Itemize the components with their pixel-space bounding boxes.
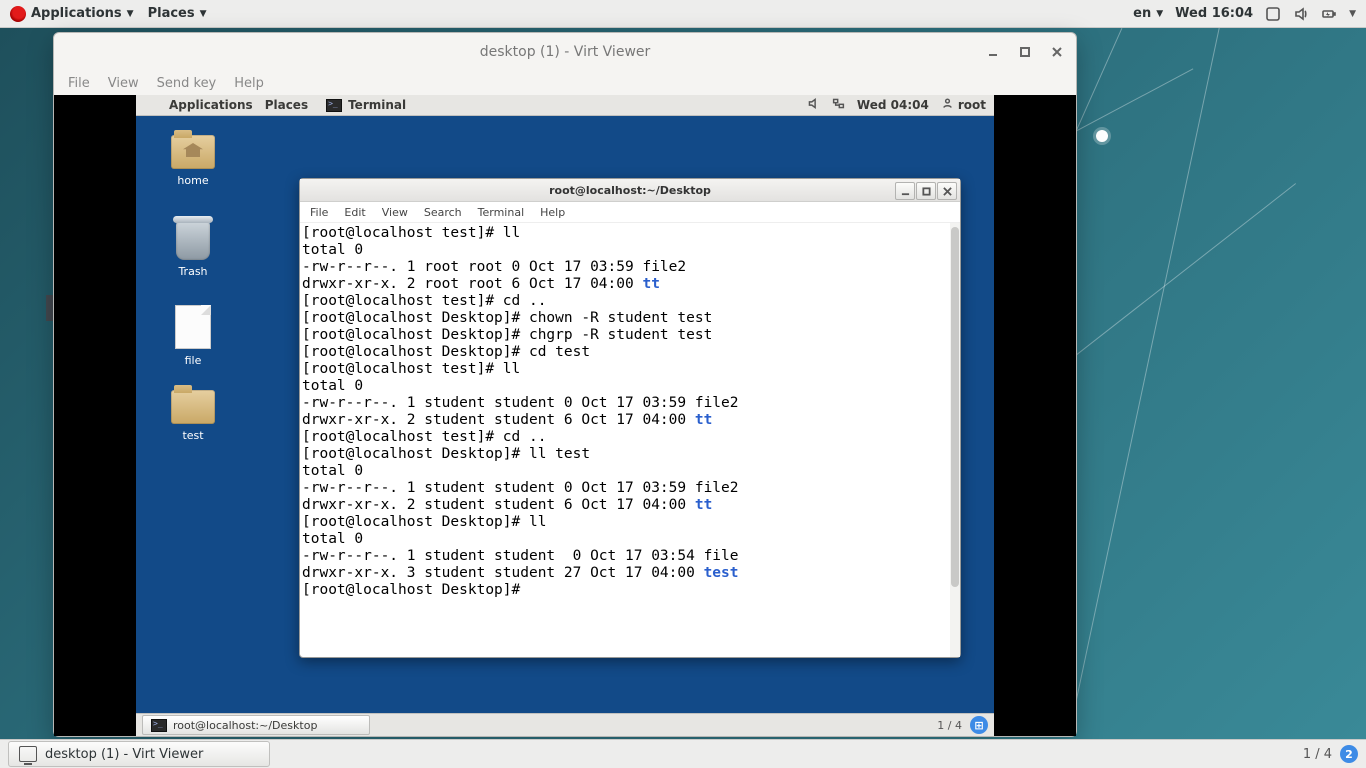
guest-places-menu[interactable]: Places bbox=[265, 98, 308, 112]
guest-user-menu[interactable]: root bbox=[941, 97, 986, 113]
redhat-icon bbox=[144, 99, 157, 112]
host-places-label: Places bbox=[148, 6, 195, 21]
chevron-down-icon: ▼ bbox=[1349, 9, 1356, 19]
desktop-icon-trash[interactable]: Trash bbox=[161, 220, 225, 278]
terminal-menu-view[interactable]: View bbox=[382, 206, 408, 219]
minimize-button[interactable] bbox=[982, 41, 1004, 63]
desktop-icon-test[interactable]: test bbox=[161, 390, 225, 442]
terminal-scroll-thumb[interactable] bbox=[951, 227, 959, 587]
host-places-menu[interactable]: Places ▼ bbox=[148, 6, 207, 21]
desktop-icon-label: test bbox=[161, 429, 225, 442]
virt-viewer-display[interactable]: Applications Places Terminal Wed 04:04 bbox=[54, 95, 1076, 736]
guest-clock[interactable]: Wed 04:04 bbox=[857, 98, 929, 112]
viewer-menu-help[interactable]: Help bbox=[234, 76, 264, 91]
terminal-icon bbox=[326, 99, 342, 112]
host-task-label: desktop (1) - Virt Viewer bbox=[45, 747, 203, 762]
guest-workspace-switcher-icon[interactable]: ⊞ bbox=[970, 716, 988, 734]
terminal-output[interactable]: [root@localhost test]# ll total 0 -rw-r-… bbox=[302, 225, 948, 655]
volume-icon[interactable] bbox=[807, 97, 820, 113]
viewer-menu-sendkey[interactable]: Send key bbox=[157, 76, 217, 91]
terminal-title: root@localhost:~/Desktop bbox=[549, 184, 711, 197]
terminal-window: root@localhost:~/Desktop File Edit View bbox=[299, 178, 961, 658]
viewer-menu-view[interactable]: View bbox=[108, 76, 139, 91]
terminal-titlebar[interactable]: root@localhost:~/Desktop bbox=[300, 179, 960, 202]
host-clock[interactable]: Wed 16:04 bbox=[1175, 6, 1253, 21]
virt-viewer-window: desktop (1) - Virt Viewer File View Send… bbox=[53, 32, 1077, 737]
host-language-indicator[interactable]: en ▼ bbox=[1133, 6, 1163, 21]
host-top-panel: Applications ▼ Places ▼ en ▼ Wed 16:04 ▼ bbox=[0, 0, 1366, 28]
host-workspace-indicator[interactable]: 1 / 4 bbox=[1303, 747, 1332, 762]
maximize-button[interactable] bbox=[1014, 41, 1036, 63]
network-icon[interactable] bbox=[832, 97, 845, 113]
letterbox-left bbox=[54, 95, 136, 736]
file-icon bbox=[175, 305, 211, 349]
close-button[interactable] bbox=[1046, 41, 1068, 63]
guest-workspace-indicator[interactable]: 1 / 4 bbox=[937, 719, 962, 732]
terminal-scrollbar[interactable] bbox=[950, 223, 960, 657]
terminal-menu-search[interactable]: Search bbox=[424, 206, 462, 219]
battery-icon[interactable] bbox=[1321, 6, 1337, 22]
terminal-menu-edit[interactable]: Edit bbox=[344, 206, 365, 219]
terminal-menubar: File Edit View Search Terminal Help bbox=[300, 202, 960, 223]
terminal-minimize-button[interactable] bbox=[895, 182, 915, 200]
desktop-icon-label: home bbox=[161, 174, 225, 187]
volume-icon[interactable] bbox=[1293, 6, 1309, 22]
viewer-menu-file[interactable]: File bbox=[68, 76, 90, 91]
desktop-icon-home[interactable]: home bbox=[161, 135, 225, 187]
host-applications-menu[interactable]: Applications ▼ bbox=[10, 6, 134, 22]
folder-icon bbox=[171, 390, 215, 424]
terminal-menu-terminal[interactable]: Terminal bbox=[478, 206, 525, 219]
folder-home-icon bbox=[171, 135, 215, 169]
host-bottom-panel: desktop (1) - Virt Viewer 1 / 4 2 bbox=[0, 739, 1366, 768]
guest-desktop[interactable]: Applications Places Terminal Wed 04:04 bbox=[136, 95, 994, 736]
user-icon bbox=[941, 97, 954, 113]
terminal-body[interactable]: [root@localhost test]# ll total 0 -rw-r-… bbox=[300, 223, 960, 657]
host-desktop: Applications ▼ Places ▼ en ▼ Wed 16:04 ▼… bbox=[0, 0, 1366, 768]
terminal-close-button[interactable] bbox=[937, 182, 957, 200]
accessibility-icon[interactable] bbox=[1265, 6, 1281, 22]
redhat-icon bbox=[10, 6, 26, 22]
terminal-menu-help[interactable]: Help bbox=[540, 206, 565, 219]
guest-applications-menu[interactable]: Applications bbox=[169, 98, 253, 112]
terminal-maximize-button[interactable] bbox=[916, 182, 936, 200]
guest-active-app[interactable]: Terminal bbox=[326, 98, 406, 112]
letterbox-right bbox=[994, 95, 1076, 736]
chevron-down-icon: ▼ bbox=[1156, 9, 1163, 19]
host-workspace-switcher-icon[interactable]: 2 bbox=[1340, 745, 1358, 763]
chevron-down-icon: ▼ bbox=[127, 9, 134, 19]
host-taskbar-item-virtviewer[interactable]: desktop (1) - Virt Viewer bbox=[8, 741, 270, 767]
trash-icon bbox=[176, 220, 210, 260]
desktop-icon-label: Trash bbox=[161, 265, 225, 278]
desktop-icon-label: file bbox=[161, 354, 225, 367]
desktop-icon-file[interactable]: file bbox=[161, 305, 225, 367]
guest-active-app-label: Terminal bbox=[348, 98, 406, 112]
host-lang-label: en bbox=[1133, 6, 1151, 21]
guest-taskbar-item-terminal[interactable]: root@localhost:~/Desktop bbox=[142, 715, 370, 735]
guest-user-label: root bbox=[958, 98, 986, 112]
guest-top-panel: Applications Places Terminal Wed 04:04 bbox=[136, 95, 994, 116]
guest-bottom-panel: root@localhost:~/Desktop 1 / 4 ⊞ bbox=[136, 713, 994, 736]
host-applications-label: Applications bbox=[31, 6, 122, 21]
guest-task-label: root@localhost:~/Desktop bbox=[173, 719, 317, 732]
chevron-down-icon: ▼ bbox=[200, 9, 207, 19]
virt-viewer-titlebar[interactable]: desktop (1) - Virt Viewer bbox=[54, 33, 1076, 71]
virt-viewer-menubar: File View Send key Help bbox=[54, 71, 1076, 95]
terminal-icon bbox=[151, 719, 167, 732]
virt-viewer-title: desktop (1) - Virt Viewer bbox=[480, 44, 651, 60]
monitor-icon bbox=[19, 746, 37, 762]
terminal-menu-file[interactable]: File bbox=[310, 206, 328, 219]
